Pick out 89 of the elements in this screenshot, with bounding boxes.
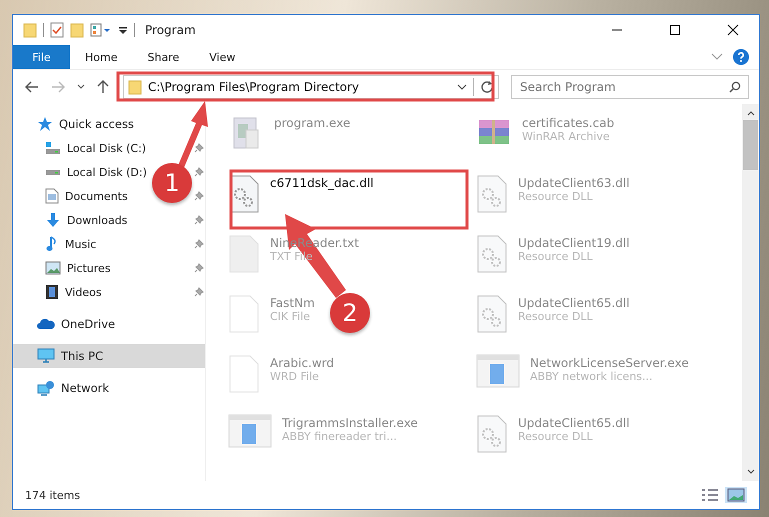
pin-icon[interactable] — [194, 287, 204, 297]
address-path: C:\Program Files\Program Directory — [148, 80, 360, 94]
monitor-icon — [37, 348, 55, 364]
refresh-icon[interactable] — [480, 80, 494, 94]
sidebar-item[interactable]: Local Disk (C:) — [13, 136, 148, 160]
file-type: WinRAR Archive — [522, 130, 611, 143]
drive-icon — [45, 169, 61, 175]
properties-icon — [90, 23, 112, 37]
file-name: TrigrammsInstaller.exe — [282, 416, 418, 430]
address-bar[interactable]: C:\Program Files\Program Directory — [123, 75, 499, 99]
application-window-icon — [228, 414, 272, 448]
file-name: Arabic.wrd — [270, 356, 334, 370]
customize-icon[interactable] — [118, 25, 128, 35]
folder-icon — [128, 79, 142, 95]
document-icon — [45, 188, 59, 204]
search-field[interactable]: Search Program — [511, 75, 749, 99]
file-type: ABBY network licens... — [530, 370, 654, 383]
file-name: NetworkLicenseServer.exe — [530, 356, 689, 370]
cloud-icon — [37, 318, 55, 330]
search-icon — [729, 81, 741, 93]
blank-file-icon — [228, 354, 260, 394]
text-file-icon — [228, 234, 260, 274]
pin-icon[interactable] — [194, 263, 204, 273]
scrollbar[interactable] — [742, 104, 759, 481]
file-type: WRD File — [270, 370, 320, 383]
file-item[interactable]: c6711dsk_dac.dll — [224, 170, 378, 230]
checklist-icon — [50, 22, 64, 38]
ribbon-tab[interactable]: Home — [70, 45, 132, 69]
window-title: Program — [145, 23, 196, 37]
maximize-icon[interactable] — [669, 24, 681, 36]
blank-file-icon — [228, 294, 260, 334]
gear-file-icon — [476, 294, 508, 334]
sidebar-item[interactable]: Quick access — [13, 112, 140, 136]
film-icon — [45, 284, 59, 300]
file-name: UpdateClient65.dll — [518, 296, 630, 310]
download-arrow-icon — [45, 212, 61, 228]
file-name: UpdateClient65.dll — [518, 416, 630, 430]
scroll-up-icon[interactable] — [746, 110, 754, 116]
drive-icon — [45, 142, 61, 154]
back-arrow-icon[interactable] — [25, 81, 39, 93]
pointer-arrow — [177, 101, 208, 170]
ribbon-tab[interactable]: View — [194, 45, 250, 69]
chevron-down-icon[interactable] — [77, 84, 85, 90]
network-icon — [37, 380, 55, 396]
pin-icon[interactable] — [194, 215, 204, 225]
file-menu-button[interactable]: File — [13, 45, 70, 69]
sidebar-item[interactable]: Videos — [13, 280, 104, 304]
chevron-down-icon[interactable] — [457, 84, 467, 90]
file-name: FastNm — [270, 296, 315, 310]
file-name: c6711dsk_dac.dll — [270, 176, 374, 190]
pin-icon[interactable] — [194, 143, 204, 153]
large-icons-view-icon[interactable] — [725, 487, 747, 503]
sidebar-item[interactable]: This PC — [13, 344, 205, 368]
sidebar-item[interactable]: Local Disk (D:) — [13, 160, 149, 184]
file-name: certificates.cab — [522, 116, 614, 130]
sidebar-item[interactable]: Network — [13, 376, 116, 400]
folder-icon — [70, 22, 84, 38]
item-count: 174 items — [25, 488, 80, 502]
scrollbar-thumb[interactable] — [743, 120, 758, 170]
picture-icon — [45, 261, 61, 275]
gear-file-icon — [476, 174, 508, 214]
folder-icon — [23, 22, 37, 38]
sidebar-item[interactable]: Downloads — [13, 208, 130, 232]
sidebar-item[interactable]: Pictures — [13, 256, 113, 280]
gear-file-icon — [476, 234, 508, 274]
sidebar-item[interactable]: Music — [13, 232, 98, 256]
file-type: Resource DLL — [518, 310, 594, 323]
ribbon-tab[interactable]: Share — [132, 45, 194, 69]
help-icon[interactable] — [733, 49, 749, 65]
file-name: UpdateClient19.dll — [518, 236, 630, 250]
gear-file-icon — [476, 414, 508, 454]
application-window-icon — [476, 354, 520, 388]
file-type: CIK File — [270, 310, 312, 323]
pin-icon[interactable] — [194, 191, 204, 201]
file-type: Resource DLL — [518, 190, 594, 203]
pin-icon[interactable] — [194, 239, 204, 249]
details-view-icon[interactable] — [699, 487, 721, 503]
file-name: UpdateClient63.dll — [518, 176, 630, 190]
file-name: program.exe — [274, 116, 350, 130]
sidebar-item[interactable]: OneDrive — [13, 312, 122, 336]
file-type: Resource DLL — [518, 250, 594, 263]
sidebar-item[interactable]: Documents — [13, 184, 130, 208]
up-arrow-icon[interactable] — [97, 80, 109, 94]
file-type: Resource DLL — [518, 430, 594, 443]
scroll-down-icon[interactable] — [746, 469, 754, 475]
pin-icon[interactable] — [194, 167, 204, 177]
file-type: ABBY finereader tri... — [282, 430, 398, 443]
close-icon[interactable] — [727, 24, 739, 36]
star-icon — [37, 116, 53, 132]
